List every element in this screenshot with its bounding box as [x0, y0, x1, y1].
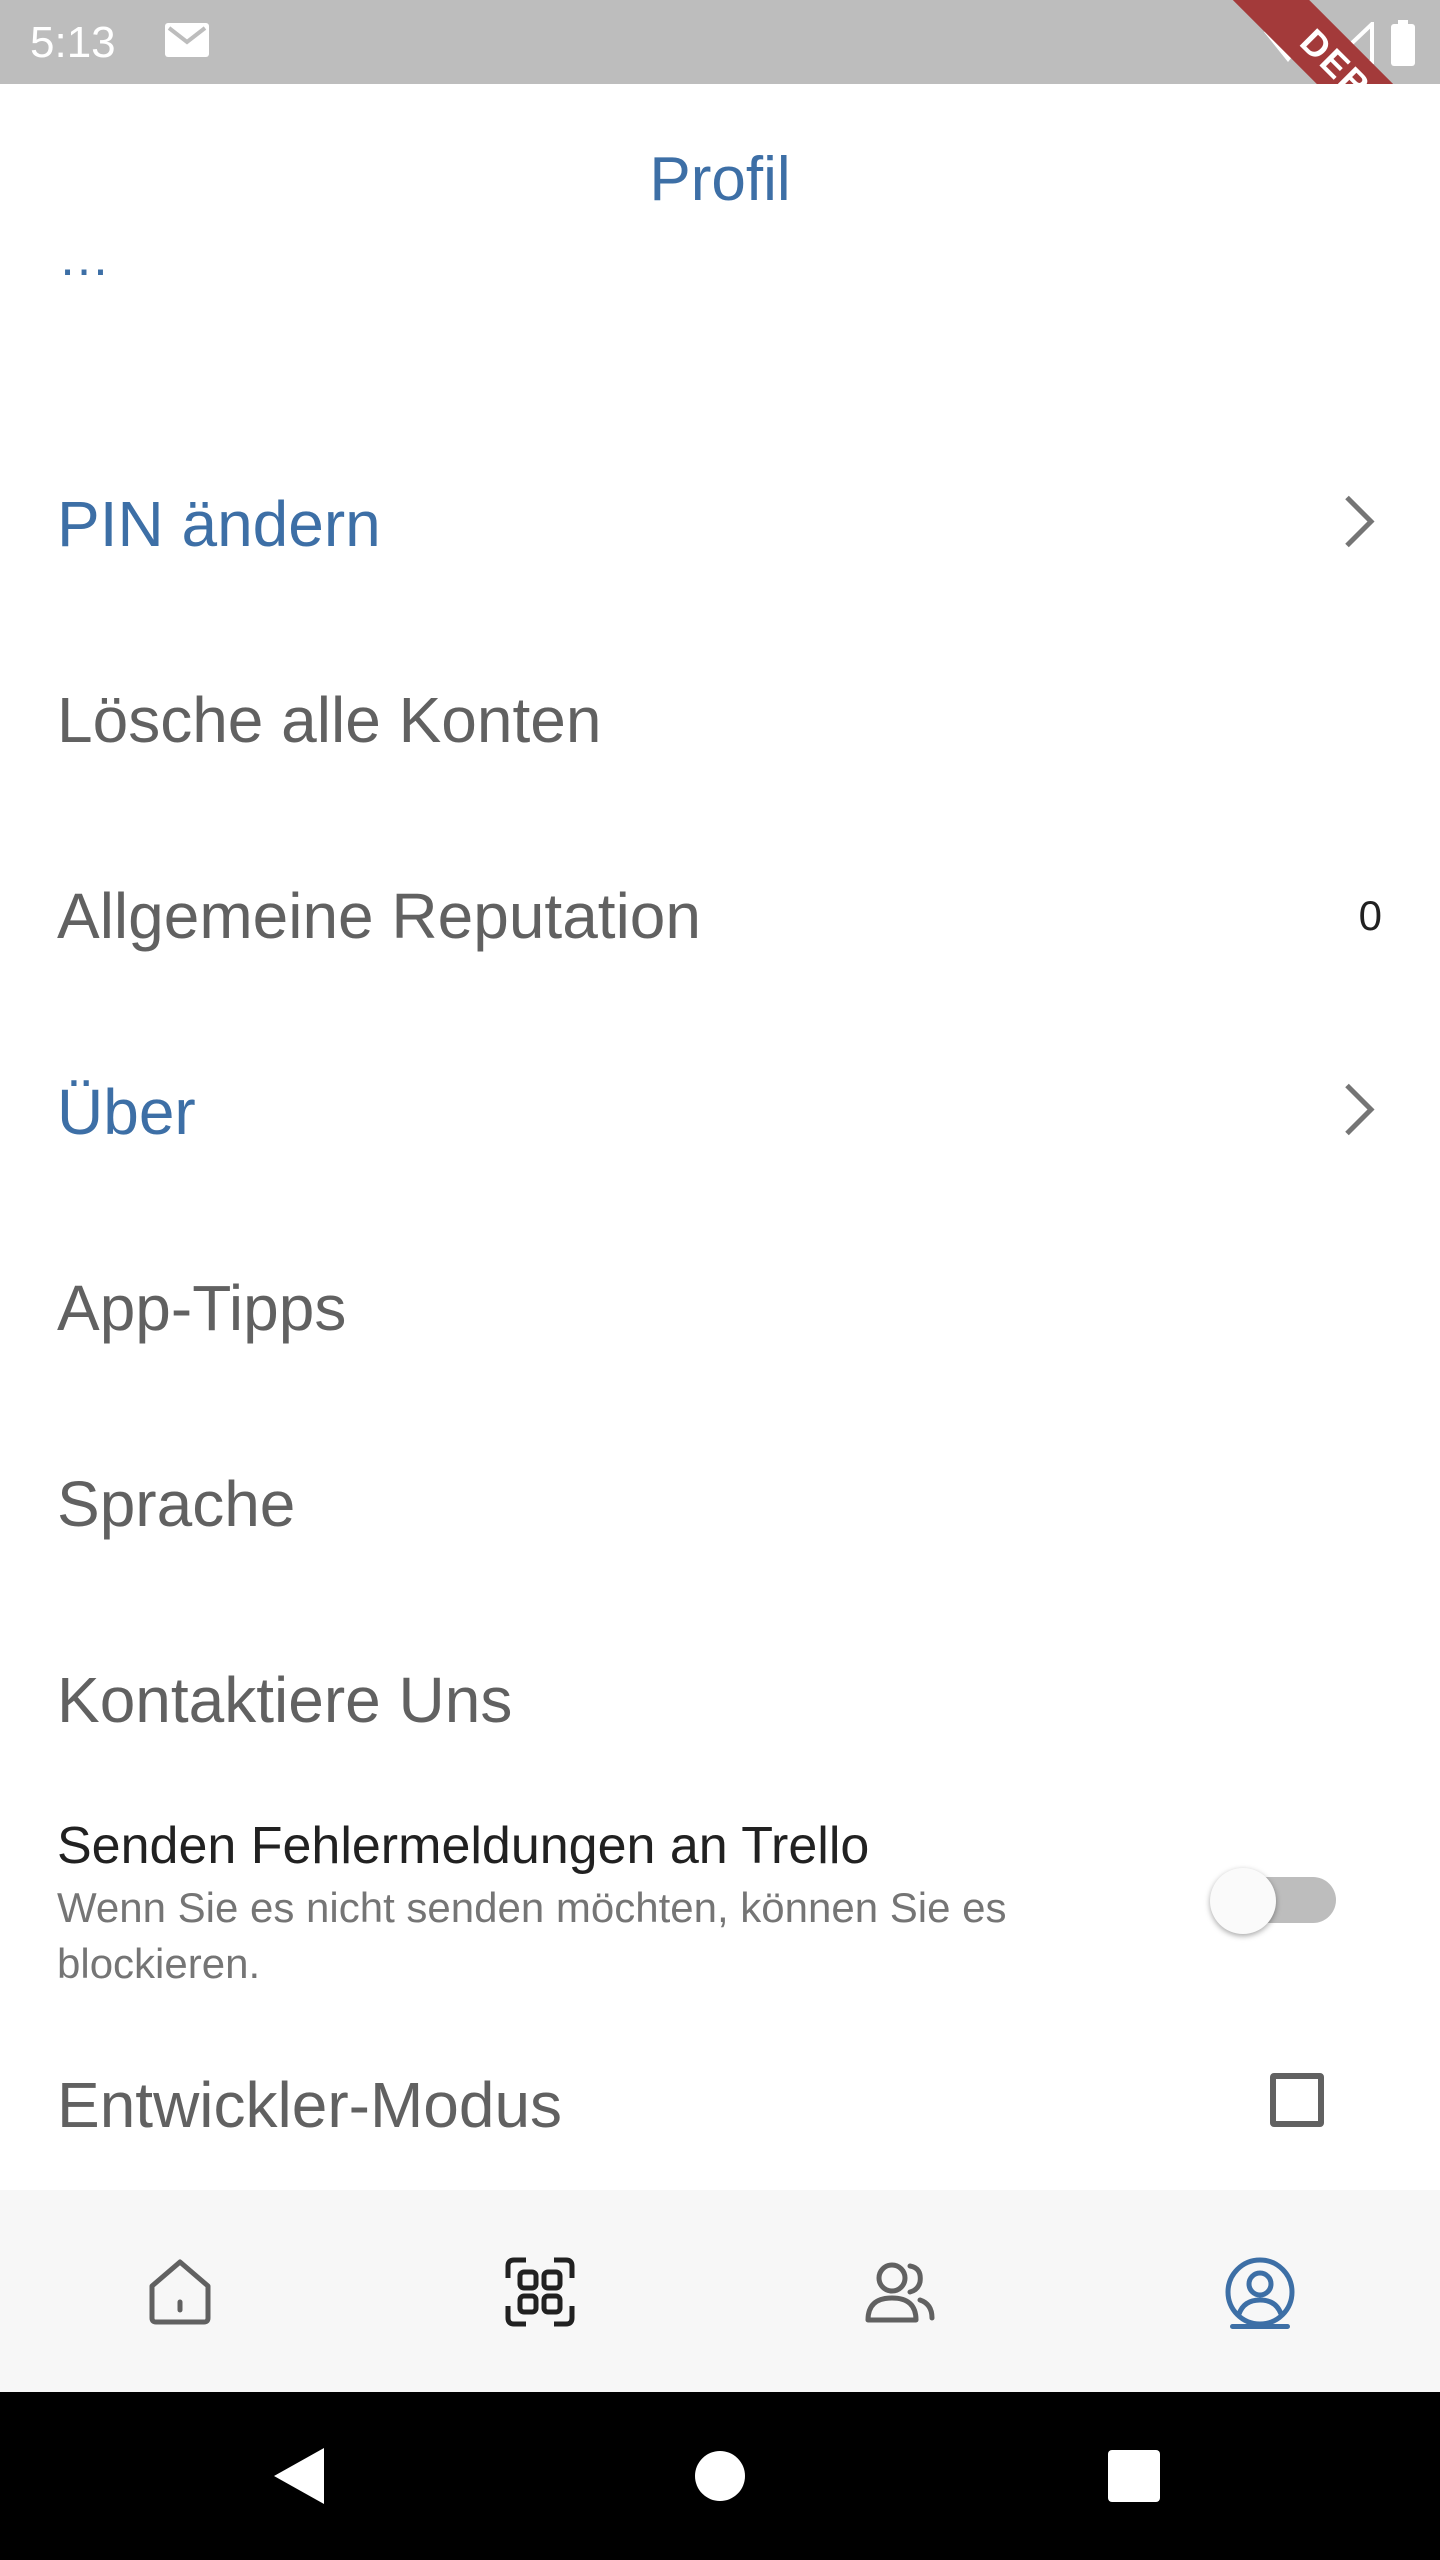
- row-language[interactable]: Sprache: [0, 1406, 1440, 1602]
- row-change-pin-label: PIN ändern: [57, 488, 381, 560]
- home-icon: [144, 2256, 216, 2333]
- back-triangle-icon[interactable]: [270, 2446, 328, 2511]
- nav-contacts[interactable]: [720, 2190, 1080, 2392]
- row-change-pin[interactable]: PIN ändern: [0, 426, 1440, 622]
- wifi-icon: [1264, 23, 1312, 62]
- row-delete-all-accounts[interactable]: Lösche alle Konten: [0, 622, 1440, 818]
- nav-profile[interactable]: [1080, 2190, 1440, 2392]
- error-reports-subtitle: Wenn Sie es nicht senden möchten, können…: [57, 1884, 1007, 1987]
- qr-scan-icon: [504, 2256, 576, 2333]
- signal-icon: [1330, 22, 1374, 64]
- bottom-nav: [0, 2190, 1440, 2392]
- developer-mode-row[interactable]: Entwickler-Modus: [0, 2010, 1440, 2200]
- error-reports-title: Senden Fehlermeldungen an Trello: [57, 1817, 870, 1875]
- mail-icon: [164, 22, 210, 63]
- battery-icon: [1391, 20, 1415, 66]
- app-bar: Profil: [0, 84, 1440, 280]
- row-language-label: Sprache: [57, 1468, 296, 1540]
- system-nav-bar: [0, 2392, 1440, 2560]
- recents-square-icon[interactable]: [1108, 2450, 1160, 2507]
- nav-scan[interactable]: [360, 2190, 720, 2392]
- status-bar: 5:13: [0, 0, 1440, 84]
- row-contact-us[interactable]: Kontaktiere Uns: [0, 1602, 1440, 1798]
- error-reports-row[interactable]: Senden Fehlermeldungen an Trello Wenn Si…: [0, 1800, 1440, 2010]
- row-about[interactable]: Über: [0, 1014, 1440, 1210]
- status-icons: [1262, 20, 1416, 66]
- profile-icon: [1224, 2256, 1296, 2333]
- row-general-reputation-label: Allgemeine Reputation: [57, 880, 701, 952]
- chevron-right-icon: [1342, 1082, 1376, 1143]
- row-contact-us-label: Kontaktiere Uns: [57, 1664, 513, 1736]
- row-app-tips[interactable]: App-Tipps: [0, 1210, 1440, 1406]
- developer-mode-label: Entwickler-Modus: [57, 2069, 563, 2141]
- chevron-right-icon: [1342, 494, 1376, 555]
- row-delete-all-accounts-label: Lösche alle Konten: [57, 684, 602, 756]
- row-app-tips-label: App-Tipps: [57, 1272, 347, 1344]
- scrolled-cutoff-text: …: [58, 268, 110, 286]
- active-tab-indicator: [1230, 2324, 1290, 2329]
- developer-mode-checkbox[interactable]: [1270, 2073, 1324, 2127]
- row-general-reputation: Allgemeine Reputation 0: [0, 818, 1440, 1014]
- row-about-label: Über: [57, 1076, 196, 1148]
- status-time: 5:13: [30, 18, 116, 67]
- error-reports-switch[interactable]: [1210, 1868, 1276, 1934]
- page-title: Profil: [649, 145, 791, 214]
- home-circle-icon[interactable]: [694, 2450, 746, 2507]
- contacts-icon: [864, 2256, 936, 2333]
- nav-home[interactable]: [0, 2190, 360, 2392]
- reputation-value: 0: [1358, 892, 1382, 939]
